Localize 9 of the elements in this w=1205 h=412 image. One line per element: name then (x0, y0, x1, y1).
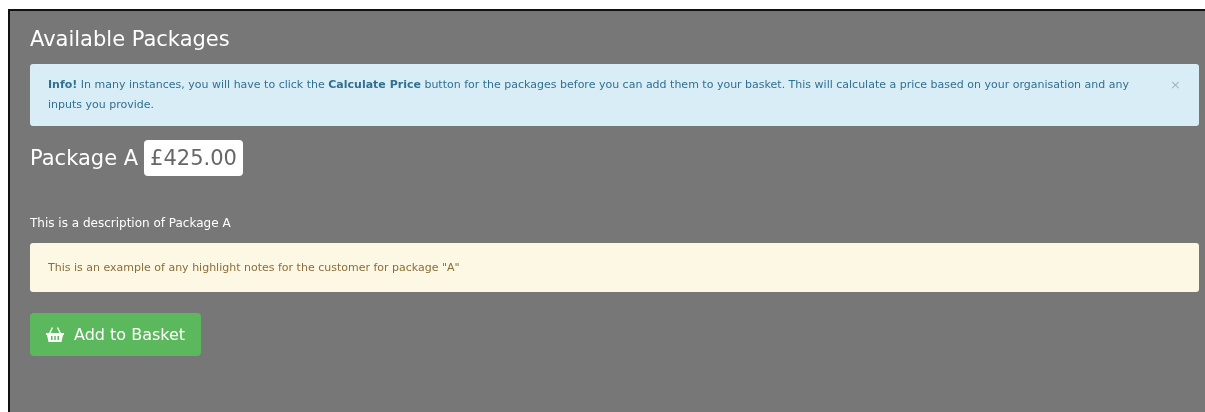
basket-icon (46, 327, 64, 342)
alert-text: Info! In many instances, you will have to click the Calculate Price button for the packages before you can add them to your basket. This will calculate a price based on your organisation and any inputs you provide. (48, 78, 1129, 111)
package-description: This is a description of Package A (30, 216, 231, 230)
close-button[interactable]: × (1170, 76, 1181, 94)
package-name: Package A (30, 146, 139, 170)
add-to-basket-button[interactable]: Add to Basket (30, 313, 202, 356)
section-heading: Available Packages (30, 27, 230, 51)
highlight-note: This is an example of any highlight notes for the customer for package "A" (30, 243, 1199, 292)
price-label: £425.00 (144, 140, 243, 176)
